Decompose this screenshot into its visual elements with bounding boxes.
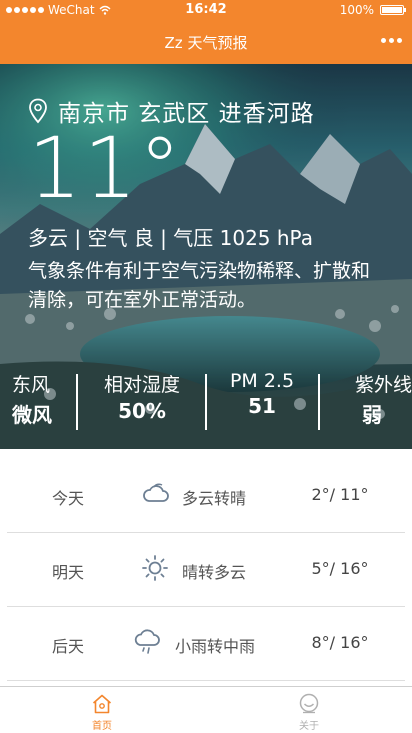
status-right: 100% (339, 3, 406, 17)
tab-label: 首页 (92, 721, 112, 732)
status-bar: WeChat 16:42 100% (0, 0, 412, 20)
air-quality-advice: 气象条件有利于空气污染物稀释、扩散和清除，可在室外正常活动。 (28, 260, 371, 311)
metric-label: PM 2.5 (229, 370, 295, 392)
metric-label: 东风 (12, 374, 51, 396)
forecast-list: 今天 多云转晴 2°/ 11° 明天 晴转多云 5°/ 16° 后天 小雨转中雨… (0, 459, 412, 681)
metric-value: 弱 (362, 403, 382, 427)
metric-label: 紫外线 (354, 374, 412, 396)
battery-percent: 100% (339, 3, 374, 17)
weather-metrics: 东风 微风 相对湿度 50% PM 2.5 51 紫外线 弱 (0, 370, 412, 430)
forecast-row-tomorrow[interactable]: 明天 晴转多云 5°/ 16° (7, 533, 405, 607)
rain-icon (134, 629, 160, 654)
forecast-row-day-after[interactable]: 后天 小雨转中雨 8°/ 16° (7, 607, 405, 681)
tab-home[interactable]: 首页 (62, 693, 142, 732)
current-temperature: 11° (28, 119, 183, 217)
more-dots-icon (381, 38, 386, 43)
metric-divider (318, 374, 320, 430)
nav-title: Zz 天气预报 (164, 34, 248, 52)
metric-value: 51 (248, 394, 276, 418)
tab-label: 关于 (299, 721, 319, 732)
metric-humidity: 相对湿度 50% (84, 370, 200, 423)
forecast-day: 后天 (51, 637, 84, 656)
weather-summary: 多云 | 空气 良 | 气压 1025 hPa (28, 226, 313, 250)
forecast-day: 今天 (51, 489, 84, 508)
forecast-temp-range: 2°/ 11° (311, 485, 369, 504)
metric-uv: 紫外线 弱 (330, 370, 412, 428)
tab-about[interactable]: 关于 (269, 693, 349, 732)
forecast-temp-range: 8°/ 16° (311, 633, 369, 652)
forecast-condition: 小雨转中雨 (175, 637, 256, 656)
forecast-day: 明天 (51, 563, 84, 582)
metric-value: 50% (118, 399, 166, 423)
forecast-temp-range: 5°/ 16° (311, 559, 369, 578)
metric-divider (76, 374, 78, 430)
tab-bar: 首页 关于 (0, 686, 412, 733)
cloudy-icon (143, 483, 169, 502)
metric-divider (205, 374, 207, 430)
forecast-condition: 多云转晴 (182, 489, 247, 508)
forecast-condition: 晴转多云 (182, 563, 247, 582)
metric-label: 相对湿度 (103, 374, 180, 396)
forecast-row-today[interactable]: 今天 多云转晴 2°/ 11° (7, 459, 405, 533)
metric-pm25: PM 2.5 51 (212, 370, 312, 418)
home-icon (92, 694, 112, 714)
current-weather-panel: 南京市 玄武区 进香河路 11° 多云 | 空气 良 | 气压 1025 hPa… (0, 64, 412, 449)
metric-wind: 东风 微风 (12, 370, 58, 428)
smiley-icon (299, 693, 319, 714)
battery-icon (380, 5, 406, 15)
nav-bar: Zz 天气预报 (0, 20, 412, 64)
metric-value: 微风 (12, 403, 52, 427)
more-menu-button[interactable] (381, 38, 402, 43)
sunny-icon (142, 555, 168, 581)
